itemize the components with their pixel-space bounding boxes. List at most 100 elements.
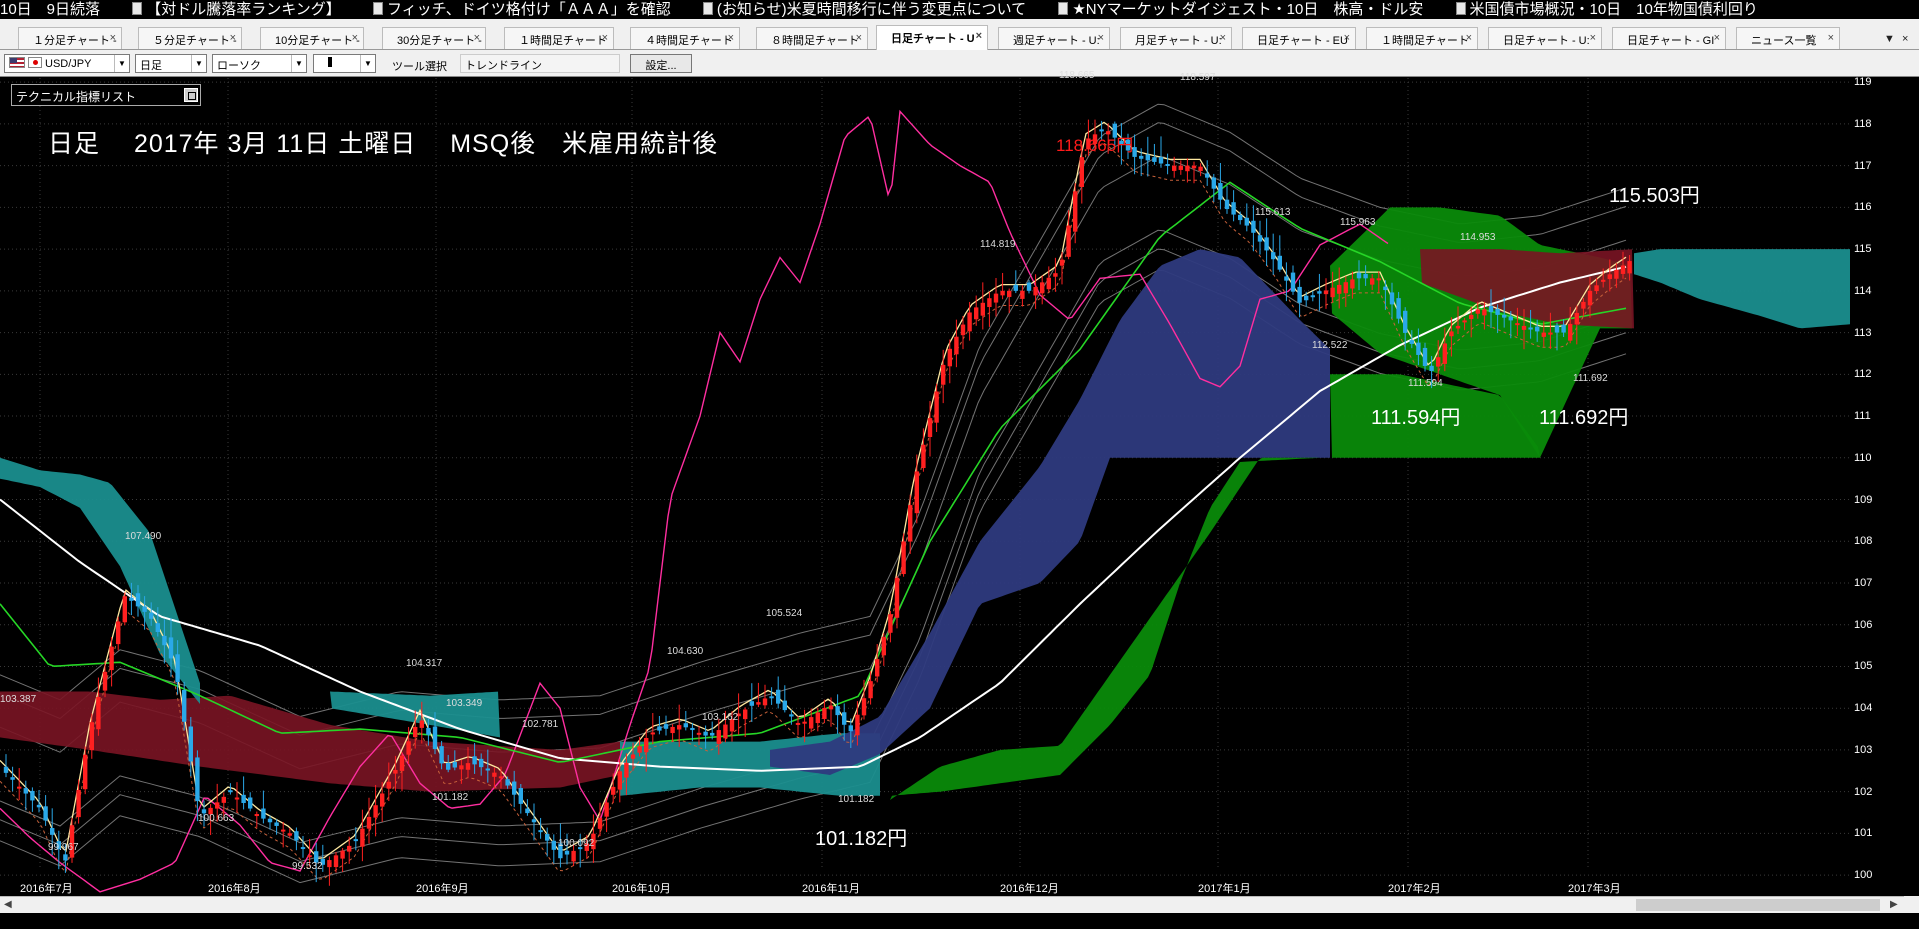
ticker-item[interactable]: 【対ドル騰落率ランキング】	[126, 0, 341, 19]
price-callout: 101.182円	[815, 828, 908, 850]
down-candle	[1310, 295, 1315, 298]
tab-close-icon[interactable]: ×	[728, 32, 734, 44]
down-candle	[512, 781, 517, 795]
tab-8h[interactable]: ８時間足チャート ×	[756, 27, 868, 49]
down-candle	[1396, 298, 1401, 319]
tab-close-icon[interactable]: ×	[1466, 32, 1472, 44]
up-candle	[1594, 285, 1599, 292]
x-tick-label: 2017年2月	[1388, 883, 1441, 895]
us-flag-icon	[9, 57, 25, 68]
down-candle	[149, 612, 154, 619]
tab-monthly[interactable]: 月足チャート - U: ×	[1120, 27, 1232, 49]
trough-label: 100.663	[198, 813, 235, 824]
ticker-item[interactable]: フィッチ、ドイツ格付け「ＡＡＡ」を確認	[367, 0, 671, 19]
up-candle	[89, 722, 94, 751]
tab-close-icon[interactable]: ×	[474, 32, 480, 44]
scroll-thumb[interactable]	[1636, 899, 1880, 911]
chart-type-select[interactable]: ローソク ▼	[212, 54, 307, 73]
price-callout: 111.594円	[1371, 407, 1461, 429]
tab-close-icon[interactable]: ×	[1344, 32, 1350, 44]
up-candle	[954, 336, 959, 355]
scroll-right-icon[interactable]: ▶	[1890, 899, 1898, 910]
down-candle	[1409, 340, 1414, 344]
up-candle	[333, 855, 339, 868]
tab-30min[interactable]: 30分足チャート - ×	[382, 27, 486, 49]
ticker-item[interactable]: (お知らせ)米夏時間移行に伴う変更点について	[697, 0, 1026, 19]
up-candle	[307, 855, 312, 858]
tab-weekly[interactable]: 週足チャート - U: ×	[998, 27, 1110, 49]
y-tick-label: 112	[1854, 368, 1872, 381]
tab-close-icon[interactable]: ×	[856, 32, 862, 44]
tool-select-label: ツール選択	[392, 61, 447, 73]
x-tick-label: 2016年11月	[802, 883, 860, 895]
price-chart[interactable]: テクニカル指標リスト 日足 2017年 3月 11日 土曜日 MSQ後 米雇用統…	[0, 70, 1852, 896]
scroll-left-icon[interactable]: ◀	[4, 899, 12, 910]
up-candle	[380, 793, 385, 807]
up-candle	[1059, 259, 1065, 266]
up-candle	[1541, 332, 1546, 337]
tab-close-icon[interactable]: ×	[110, 32, 116, 44]
tab-close-icon[interactable]: ×	[352, 32, 358, 44]
up-candle	[822, 707, 827, 719]
ticker-item[interactable]: ★NYマーケットダイジェスト・10日 株高・ドル安	[1052, 0, 1423, 19]
y-tick-label: 100	[1854, 869, 1873, 882]
y-tick-label: 106	[1854, 618, 1873, 631]
down-candle	[1304, 295, 1309, 301]
candle-style-select[interactable]: ▼	[313, 54, 376, 73]
x-tick-label: 2016年12月	[1000, 883, 1059, 895]
news-ticker[interactable]: 10日 9日続落 【対ドル騰落率ランキング】 フィッチ、ドイツ格付け「ＡＡＡ」を…	[0, 0, 1919, 19]
peak-label: 115.613	[1255, 207, 1291, 218]
news-doc-icon	[1058, 2, 1069, 15]
tab-close-icon[interactable]: ×	[602, 32, 608, 44]
tab-4h[interactable]: ４時間足チャート ×	[630, 27, 740, 49]
up-candle	[1436, 357, 1441, 367]
tab-1h-2[interactable]: １時間足チャート ×	[1366, 27, 1478, 49]
tab-daily-usdjpy[interactable]: 日足チャート - U ×	[876, 25, 988, 50]
ticker-item[interactable]: 米国債市場概況・10日 10年物国債利回り	[1450, 0, 1758, 19]
close-all-icon[interactable]: ×	[1902, 33, 1908, 45]
tab-daily-gi[interactable]: 日足チャート - GI ×	[1612, 27, 1726, 49]
tab-1min[interactable]: １分足チャート - ×	[18, 27, 122, 49]
tab-1h[interactable]: １時間足チャート ×	[504, 27, 614, 49]
status-strip	[0, 913, 1919, 929]
indicator-panel-toggle-icon[interactable]	[184, 88, 198, 102]
down-candle	[710, 732, 715, 736]
tab-close-icon[interactable]: ×	[1220, 32, 1226, 44]
tab-5min[interactable]: ５分足チャート - ×	[138, 27, 242, 49]
down-candle	[505, 779, 510, 786]
tab-menu-icon[interactable]: ▼	[1884, 33, 1895, 45]
price-axis[interactable]: 119 118 117 116 115 114 113 112 111 110 109 108 107 1…	[1852, 76, 1919, 896]
tool-select[interactable]: トレンドライン	[460, 54, 620, 73]
up-candle	[281, 829, 286, 832]
tab-close-icon[interactable]: ×	[1590, 32, 1596, 44]
settings-button[interactable]: 設定...	[630, 54, 692, 73]
tab-daily-usd-2[interactable]: 日足チャート - U: ×	[1488, 27, 1602, 49]
up-candle	[809, 717, 814, 729]
period-select[interactable]: 日足 ▼	[135, 54, 207, 73]
indicator-list-panel[interactable]: テクニカル指標リスト	[11, 84, 201, 106]
down-candle	[1389, 292, 1395, 305]
tab-close-icon[interactable]: ×	[1828, 32, 1834, 44]
tab-news-list[interactable]: ニュース一覧 ×	[1736, 27, 1840, 49]
tab-10min[interactable]: 10分足チャート - ×	[260, 27, 364, 49]
up-candle	[894, 577, 900, 618]
up-candle	[743, 709, 748, 720]
down-candle	[168, 637, 174, 659]
up-candle	[716, 730, 721, 744]
ticker-item[interactable]: 10日 9日続落	[0, 0, 100, 19]
up-candle	[980, 302, 985, 316]
chart-horizontal-scrollbar[interactable]: ◀ ▶	[0, 896, 1904, 913]
down-candle	[1244, 217, 1249, 226]
up-candle	[340, 850, 345, 859]
tab-close-icon[interactable]: ×	[976, 30, 982, 42]
tab-close-icon[interactable]: ×	[1098, 32, 1104, 44]
currency-pair-select[interactable]: USD/JPY ▼	[4, 54, 130, 73]
down-candle	[538, 830, 543, 833]
down-candle	[129, 597, 134, 601]
up-candle	[1007, 290, 1012, 297]
up-candle	[1073, 191, 1078, 232]
tab-daily-eur[interactable]: 日足チャート - EU ×	[1242, 27, 1356, 49]
tab-close-icon[interactable]: ×	[1714, 32, 1720, 44]
up-candle	[459, 765, 464, 770]
tab-close-icon[interactable]: ×	[230, 32, 236, 44]
